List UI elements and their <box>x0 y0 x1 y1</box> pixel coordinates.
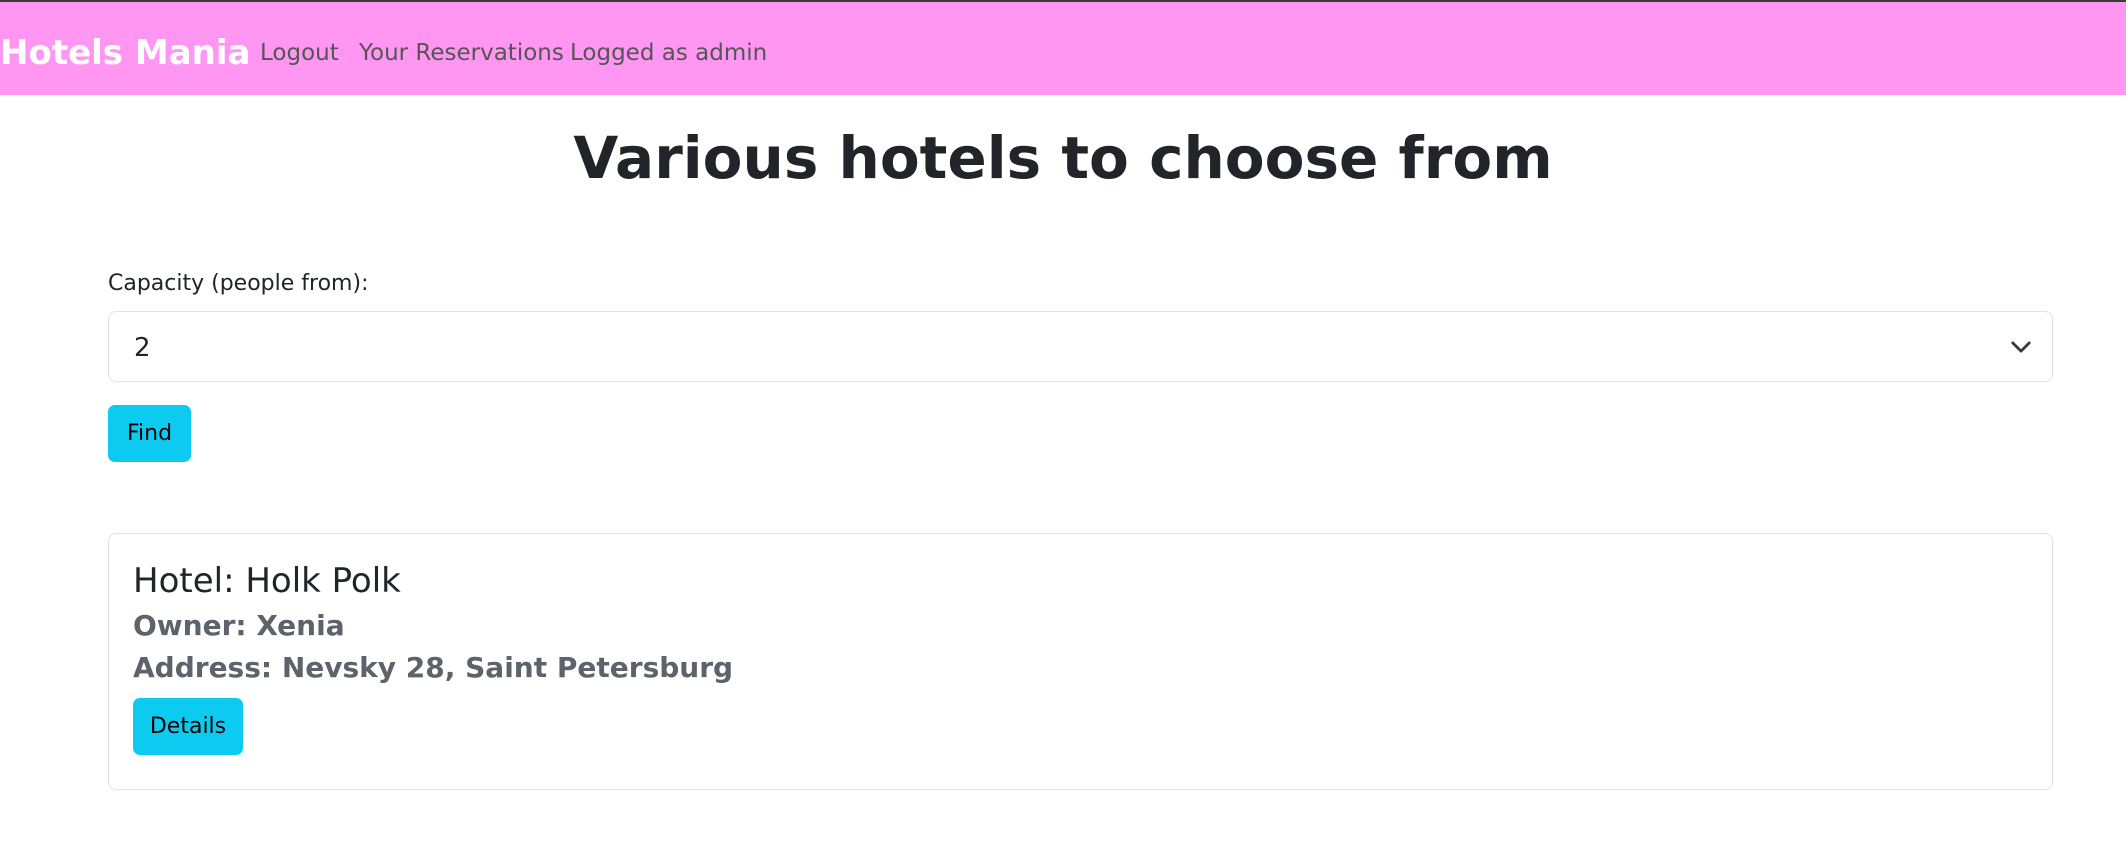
hotel-name: Hotel: Holk Polk <box>133 561 401 601</box>
details-button[interactable]: Details <box>133 698 243 755</box>
brand-logo[interactable]: Hotels Mania <box>0 32 250 74</box>
find-button[interactable]: Find <box>108 405 191 462</box>
capacity-selected-value: 2 <box>134 333 151 363</box>
nav-link-logout[interactable]: Logout <box>260 38 339 68</box>
hotel-address: Address: Nevsky 28, Saint Petersburg <box>133 651 734 684</box>
page-title: Various hotels to choose from <box>573 124 1553 192</box>
nav-logged-user[interactable]: Logged as admin <box>570 38 767 68</box>
nav-link-reservations[interactable]: Your Reservations <box>359 38 564 68</box>
chevron-down-icon <box>2011 341 2031 353</box>
hotel-owner: Owner: Xenia <box>133 609 345 642</box>
hotel-card: Hotel: Holk Polk Owner: Xenia Address: N… <box>108 533 2053 790</box>
capacity-label: Capacity (people from): <box>108 271 369 296</box>
navbar: Hotels Mania Logout Your Reservations Lo… <box>0 0 2126 95</box>
capacity-select[interactable]: 2 <box>108 311 2053 382</box>
